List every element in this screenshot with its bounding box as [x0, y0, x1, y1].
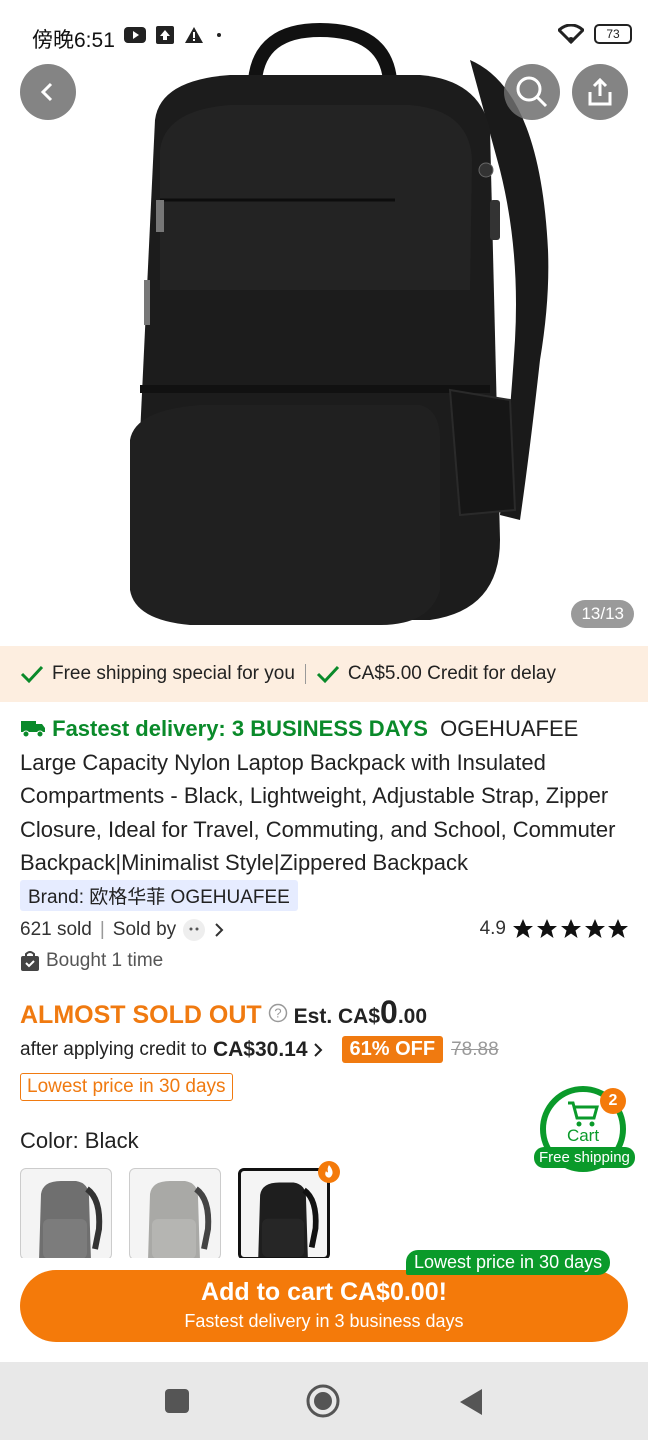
divider: [304, 664, 306, 684]
credit-price-row[interactable]: after applying credit to CA$30.14 61% OF…: [20, 1036, 499, 1063]
delivery-prefix: Fastest delivery: 3 BUSINESS DAYS: [52, 716, 428, 741]
after-credit-label: after applying credit to: [20, 1038, 207, 1060]
upload-icon: [156, 26, 174, 44]
product-title: Fastest delivery: 3 BUSINESS DAYS OGEHUA…: [20, 712, 632, 880]
color-swatch-gray[interactable]: [20, 1168, 112, 1260]
sold-info[interactable]: 621 sold | Sold by: [20, 918, 226, 942]
home-button[interactable]: [306, 1384, 340, 1418]
cart-count-badge: 2: [600, 1088, 626, 1114]
search-icon: [516, 76, 548, 108]
chevron-right-icon: [215, 923, 224, 937]
credit-delay-text: CA$5.00 Credit for delay: [347, 663, 556, 684]
search-button[interactable]: [504, 64, 560, 120]
free-shipping-text: Free shipping special for you: [52, 663, 295, 684]
warning-icon: [185, 27, 203, 43]
shopping-bag-icon: [21, 951, 39, 971]
backpack-light-gray-thumbnail: [148, 1181, 212, 1259]
back-nav-button[interactable]: [458, 1388, 484, 1416]
youtube-icon: [124, 27, 146, 43]
wifi-icon: [558, 24, 584, 44]
seller-avatar-icon: [183, 919, 206, 941]
est-price-dec: .00: [397, 1005, 428, 1028]
dot-icon: [217, 33, 221, 37]
add-to-cart-sub: Fastest delivery in 3 business days: [184, 1311, 464, 1331]
check-icon: [316, 665, 340, 684]
floating-cart[interactable]: Cart 2 Free shipping: [534, 1084, 635, 1174]
system-nav-bar: [0, 1362, 648, 1440]
shipping-benefits-bar[interactable]: Free shipping special for you CA$5.00 Cr…: [0, 646, 648, 702]
sold-by-label: Sold by: [112, 919, 177, 940]
notification-icons: [124, 26, 224, 44]
cart-label: Cart: [566, 1126, 600, 1145]
backpack-black-thumbnail: [258, 1182, 319, 1257]
color-swatch-light-gray[interactable]: [129, 1168, 221, 1260]
after-credit-price: CA$30.14: [212, 1037, 308, 1061]
almost-sold-out: ALMOST SOLD OUT: [20, 1001, 262, 1029]
sold-count: 621 sold: [20, 919, 92, 940]
status-bar: 傍晚6:51 73: [0, 0, 648, 72]
recents-button[interactable]: [164, 1388, 190, 1414]
bought-info: Bought 1 time: [20, 950, 163, 972]
battery-indicator: 73: [594, 24, 632, 44]
back-button[interactable]: [20, 64, 76, 120]
color-label: Color: Black: [20, 1128, 139, 1153]
price-row: ALMOST SOLD OUT ? Est. CA$ 0.00: [20, 994, 427, 1031]
chevron-left-icon: [40, 82, 53, 102]
original-price: 78.88: [451, 1038, 499, 1060]
est-price-prefix: Est. CA$: [293, 1005, 381, 1028]
backpack-gray-thumbnail: [39, 1181, 103, 1259]
discount-badge: 61% OFF: [341, 1036, 444, 1063]
brand-tag[interactable]: Brand: 欧格华菲 OGEHUAFEE: [20, 880, 298, 911]
add-to-cart-label: Add to cart CA$0.00!: [201, 1278, 447, 1306]
free-shipping-badge: Free shipping: [534, 1147, 635, 1168]
help-icon[interactable]: ?: [268, 1003, 288, 1023]
rating[interactable]: 4.9: [480, 918, 628, 940]
lowest-price-bubble: Lowest price in 30 days: [406, 1250, 611, 1275]
svg-text:?: ?: [274, 1006, 281, 1021]
share-button[interactable]: [572, 64, 628, 120]
product-image-gallery[interactable]: 傍晚6:51 73 13/13: [0, 0, 648, 640]
status-time: 傍晚6:51: [32, 29, 115, 52]
lowest-price-tag: Lowest price in 30 days: [20, 1073, 233, 1101]
image-counter: 13/13: [571, 600, 634, 628]
hot-badge-icon: [318, 1161, 340, 1183]
check-icon: [20, 665, 44, 684]
free-shipping-item: Free shipping special for you: [20, 663, 295, 685]
add-to-cart-button[interactable]: Add to cart CA$0.00! Fastest delivery in…: [20, 1270, 628, 1342]
rating-value: 4.9: [479, 918, 506, 939]
est-price-int: 0: [380, 994, 398, 1030]
share-icon: [588, 77, 612, 106]
cart-icon: [568, 1101, 599, 1127]
delivery-truck-icon: [21, 721, 45, 738]
bought-text: Bought 1 time: [46, 950, 164, 971]
five-stars-icon: [513, 919, 628, 938]
credit-delay-item: CA$5.00 Credit for delay: [316, 663, 556, 685]
chevron-right-icon: [313, 1042, 322, 1057]
